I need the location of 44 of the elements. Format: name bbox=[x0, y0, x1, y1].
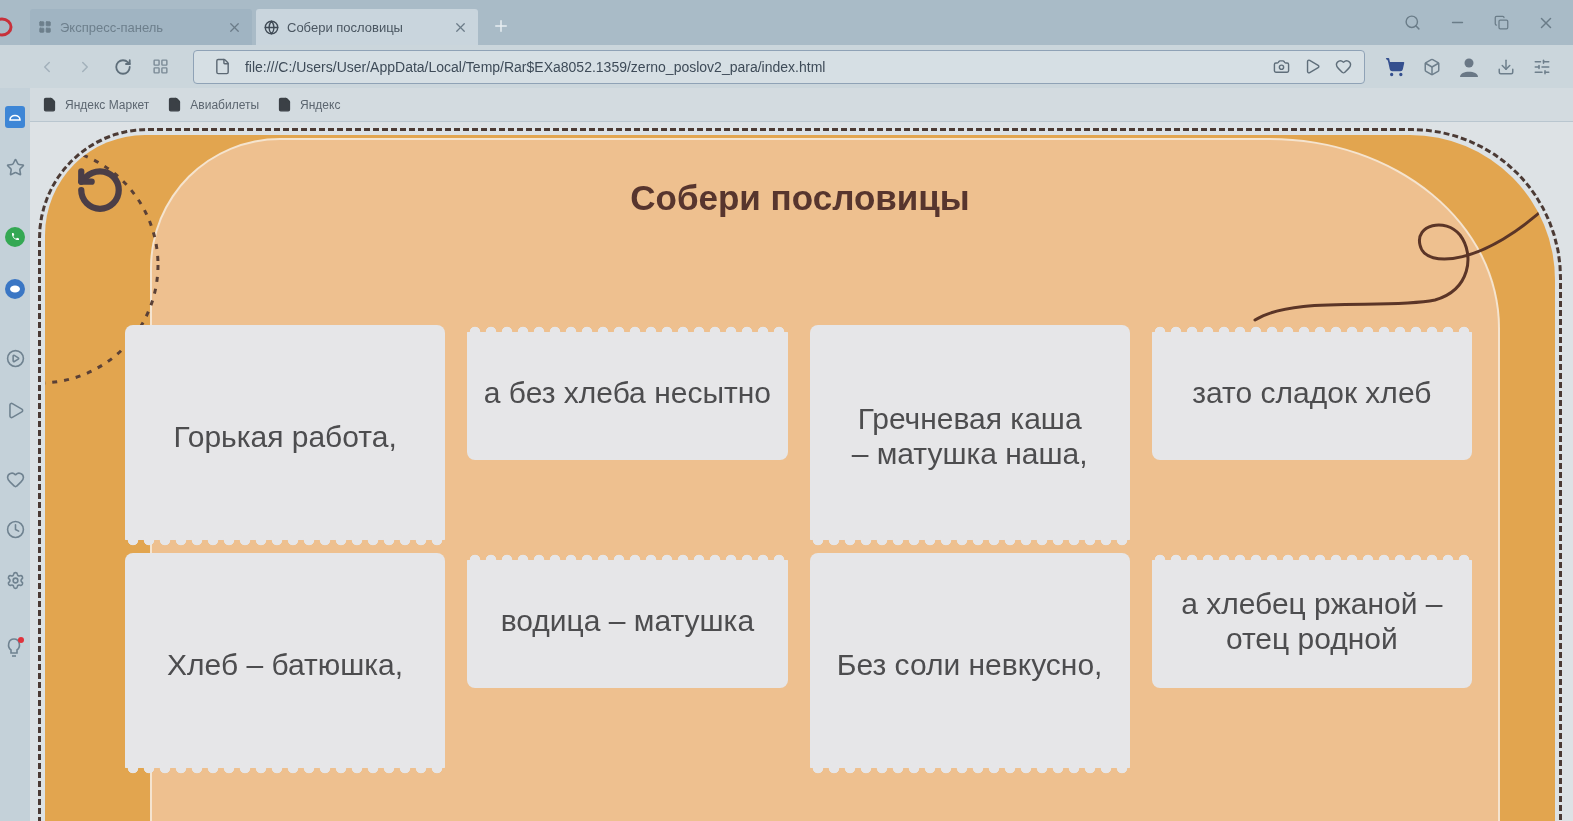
play-circle-icon[interactable] bbox=[5, 349, 25, 368]
heart-icon[interactable] bbox=[1335, 58, 1352, 75]
proverb-card[interactable]: а без хлеба несытно bbox=[467, 325, 788, 460]
address-field[interactable]: file:///C:/Users/User/AppData/Local/Temp/Rar$EXa8052.1359/zerno_poslov2_para/index.html bbox=[192, 49, 1365, 84]
reload-icon[interactable] bbox=[113, 57, 132, 76]
bookmark-link[interactable]: Яндекс bbox=[277, 97, 341, 112]
document-icon bbox=[277, 97, 293, 112]
sidebar-tile-icon[interactable] bbox=[5, 106, 25, 128]
game-title: Собери пословицы bbox=[630, 178, 970, 218]
proverb-card[interactable]: Хлеб – батюшка, bbox=[125, 553, 446, 775]
proverb-card[interactable]: Гречневая каша – матушка наша, bbox=[809, 325, 1130, 547]
file-icon bbox=[213, 58, 231, 75]
grid-icon bbox=[38, 20, 52, 34]
star-icon[interactable] bbox=[5, 158, 25, 177]
cart-icon[interactable] bbox=[1385, 56, 1405, 77]
camera-icon[interactable] bbox=[1273, 58, 1290, 75]
heart-icon[interactable] bbox=[5, 470, 25, 489]
phone-bubble-icon[interactable] bbox=[5, 227, 25, 247]
bookmark-link[interactable]: Авиабилеты bbox=[167, 97, 260, 112]
ring-icon bbox=[0, 17, 14, 37]
proverb-card[interactable]: Горькая работа, bbox=[125, 325, 446, 547]
cube-icon[interactable] bbox=[1423, 57, 1441, 76]
grid-icon[interactable] bbox=[151, 58, 169, 75]
round-badge-icon[interactable] bbox=[5, 279, 25, 299]
globe-icon bbox=[264, 19, 279, 35]
user-icon[interactable] bbox=[1459, 56, 1479, 77]
restore-icon[interactable] bbox=[1494, 15, 1509, 30]
lightbulb-icon[interactable] bbox=[5, 636, 25, 658]
reset-icon[interactable] bbox=[75, 165, 125, 215]
new-tab-icon[interactable] bbox=[492, 17, 510, 35]
proverb-card[interactable]: зато сладок хлеб bbox=[1151, 325, 1472, 460]
search-icon[interactable] bbox=[1404, 14, 1421, 31]
settings-icon[interactable] bbox=[5, 571, 25, 590]
document-icon bbox=[167, 97, 183, 112]
browser-tab[interactable]: Собери пословицы bbox=[256, 9, 478, 45]
proverb-card[interactable]: а хлебец ржаной – отец родной bbox=[1151, 553, 1472, 688]
clock-icon[interactable] bbox=[5, 520, 25, 539]
proverb-card[interactable]: Без соли невкусно, bbox=[809, 553, 1130, 775]
download-icon[interactable] bbox=[1497, 57, 1515, 76]
document-icon bbox=[42, 97, 57, 112]
proverb-card[interactable]: водица – матушка bbox=[467, 553, 788, 688]
sliders-icon[interactable] bbox=[1533, 57, 1551, 76]
bookmark-link[interactable]: Яндекс Маркет bbox=[42, 97, 150, 112]
play-icon[interactable] bbox=[1304, 58, 1321, 75]
